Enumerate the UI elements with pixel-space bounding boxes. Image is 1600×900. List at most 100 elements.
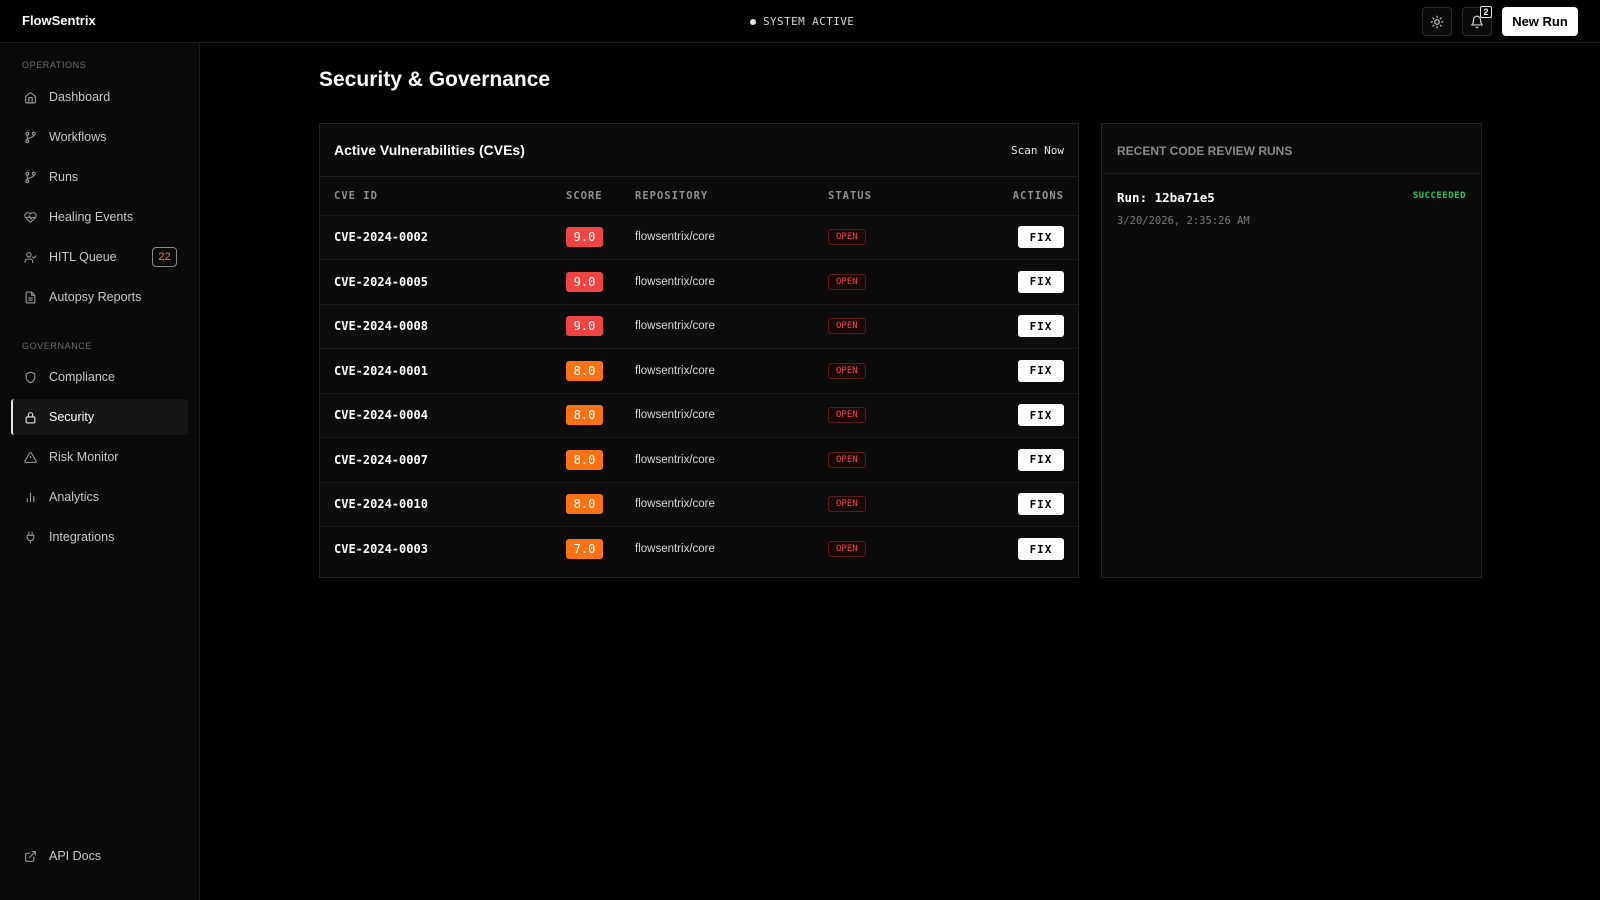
cve-id[interactable]: CVE-2024-0001 (334, 364, 428, 378)
fix-button[interactable]: FIX (1018, 448, 1064, 471)
cve-panel: Active Vulnerabilities (CVEs) Scan Now C… (319, 123, 1079, 578)
cve-panel-title: Active Vulnerabilities (CVEs) (334, 142, 525, 158)
section-label-governance: GOVERNANCE (22, 341, 93, 351)
fix-button[interactable]: FIX (1018, 270, 1064, 293)
cve-id[interactable]: CVE-2024-0004 (334, 408, 428, 422)
cve-id-cell: CVE-2024-0008 (320, 303, 552, 349)
sidebar-item-label: Runs (49, 170, 79, 184)
score-cell: 9.0 (552, 259, 621, 304)
sidebar-item-workflows[interactable]: Workflows (11, 119, 188, 155)
repository-cell: flowsentrix/core (621, 392, 814, 438)
cve-id[interactable]: CVE-2024-0003 (334, 542, 428, 556)
sidebar-item-risk-monitor[interactable]: Risk Monitor (11, 439, 188, 475)
cvss-score-badge: 8.0 (566, 405, 603, 426)
column-header-score[interactable]: SCORE (552, 177, 621, 215)
sidebar-item-label: Dashboard (49, 90, 111, 104)
cve-id[interactable]: CVE-2024-0010 (334, 497, 428, 511)
status-badge: OPEN (828, 541, 866, 557)
status-badge: OPEN (828, 407, 866, 424)
run-timestamp: 3/20/2026, 2:35:26 AM (1117, 215, 1250, 227)
runs-panel-header: RECENT CODE REVIEW RUNS (1102, 124, 1481, 174)
column-header-cve-id[interactable]: CVE ID (320, 177, 552, 215)
cvss-score-badge: 7.0 (566, 539, 603, 559)
status-cell: OPEN (814, 526, 926, 571)
cve-id[interactable]: CVE-2024-0007 (334, 453, 428, 467)
status-badge: OPEN (828, 318, 866, 335)
fix-button[interactable]: FIX (1018, 315, 1064, 338)
sidebar-item-label: Autopsy Reports (49, 290, 142, 304)
actions-cell: FIX (925, 526, 1078, 571)
repository-cell: flowsentrix/core (621, 437, 814, 482)
sidebar-item-label: Risk Monitor (49, 450, 119, 464)
table-row[interactable]: CVE-2024-0005 9.0 flowsentrix/core OPEN FIX (320, 259, 1078, 304)
hitl-count-badge: 22 (152, 247, 177, 267)
notifications-button[interactable]: 2 (1462, 6, 1492, 36)
score-cell: 8.0 (552, 437, 621, 482)
table-row[interactable]: CVE-2024-0004 8.0 flowsentrix/core OPEN FIX (320, 392, 1078, 438)
sidebar-item-label: Workflows (49, 130, 107, 144)
table-row[interactable]: CVE-2024-0001 8.0 flowsentrix/core OPEN FIX (320, 348, 1078, 393)
git-branch-icon (23, 170, 37, 184)
user-check-icon (23, 250, 37, 264)
table-header-row: CVE ID SCORE REPOSITORY STATUS ACTIONS (320, 177, 1078, 215)
run-status-badge: SUCCEEDED (1412, 191, 1466, 201)
fix-button[interactable]: FIX (1018, 226, 1064, 249)
cve-id[interactable]: CVE-2024-0008 (334, 319, 428, 333)
table-row[interactable]: CVE-2024-0007 8.0 flowsentrix/core OPEN FIX (320, 437, 1078, 482)
sidebar-item-api-docs[interactable]: API Docs (11, 838, 188, 874)
status-badge: OPEN (828, 229, 866, 246)
theme-toggle-button[interactable] (1422, 7, 1452, 36)
code-review-runs-panel: RECENT CODE REVIEW RUNS Run: 12ba71e5 SU… (1101, 123, 1482, 578)
run-list-item[interactable]: Run: 12ba71e5 SUCCEEDED 3/20/2026, 2:35:… (1102, 174, 1481, 254)
cvss-score-badge: 9.0 (566, 227, 603, 248)
status-cell: OPEN (814, 214, 926, 260)
cvss-score-badge: 9.0 (566, 271, 603, 292)
sidebar-item-security[interactable]: Security (11, 399, 188, 435)
fix-button[interactable]: FIX (1018, 538, 1064, 560)
new-run-button[interactable]: New Run (1502, 7, 1578, 36)
cvss-score-badge: 8.0 (566, 449, 603, 470)
plug-icon (23, 530, 37, 544)
column-header-actions[interactable]: ACTIONS (925, 177, 1078, 215)
fix-button[interactable]: FIX (1018, 493, 1064, 516)
column-header-repository[interactable]: REPOSITORY (621, 177, 814, 215)
actions-cell: FIX (925, 437, 1078, 482)
sidebar-item-autopsy-reports[interactable]: Autopsy Reports (11, 279, 188, 315)
status-cell: OPEN (814, 481, 926, 527)
column-header-status[interactable]: STATUS (814, 177, 925, 215)
cve-id-cell: CVE-2024-0010 (320, 481, 552, 527)
table-row[interactable]: CVE-2024-0002 9.0 flowsentrix/core OPEN FIX (320, 214, 1078, 260)
cve-id[interactable]: CVE-2024-0002 (334, 230, 428, 244)
sidebar-item-dashboard[interactable]: Dashboard (11, 79, 188, 115)
sidebar-item-hitl-queue[interactable]: HITL Queue 22 (11, 239, 188, 275)
repository-cell: flowsentrix/core (621, 481, 814, 527)
table-row[interactable]: CVE-2024-0003 7.0 flowsentrix/core OPEN FIX (320, 526, 1078, 571)
sidebar-item-analytics[interactable]: Analytics (11, 479, 188, 515)
actions-cell: FIX (925, 392, 1078, 438)
sidebar-item-healing-events[interactable]: Healing Events (11, 199, 188, 235)
status-badge: OPEN (828, 362, 866, 379)
repository-cell: flowsentrix/core (621, 259, 814, 304)
sidebar-item-label: Healing Events (49, 210, 134, 224)
table-row[interactable]: CVE-2024-0008 9.0 flowsentrix/core OPEN FIX (320, 303, 1078, 349)
cve-panel-header: Active Vulnerabilities (CVEs) Scan Now (320, 124, 1078, 177)
score-cell: 8.0 (552, 481, 621, 527)
runs-panel-title: RECENT CODE REVIEW RUNS (1117, 144, 1293, 158)
sidebar-item-integrations[interactable]: Integrations (11, 519, 188, 555)
notification-count-badge: 2 (1480, 6, 1492, 18)
fix-button[interactable]: FIX (1018, 359, 1064, 382)
sidebar-item-label: HITL Queue (49, 250, 117, 264)
status-badge: OPEN (828, 273, 866, 290)
cve-id[interactable]: CVE-2024-0005 (334, 275, 428, 289)
table-row[interactable]: CVE-2024-0010 8.0 flowsentrix/core OPEN FIX (320, 481, 1078, 527)
brand-logo[interactable]: FlowSentrix (22, 13, 96, 28)
actions-cell: FIX (925, 348, 1078, 393)
fix-button[interactable]: FIX (1018, 404, 1064, 427)
score-cell: 8.0 (552, 348, 621, 393)
scan-now-button[interactable]: Scan Now (1011, 144, 1064, 157)
sidebar-item-label: Security (49, 410, 95, 424)
sidebar-item-runs[interactable]: Runs (11, 159, 188, 195)
sidebar-item-compliance[interactable]: Compliance (11, 359, 188, 395)
file-text-icon (23, 290, 37, 304)
status-badge: OPEN (828, 496, 866, 513)
